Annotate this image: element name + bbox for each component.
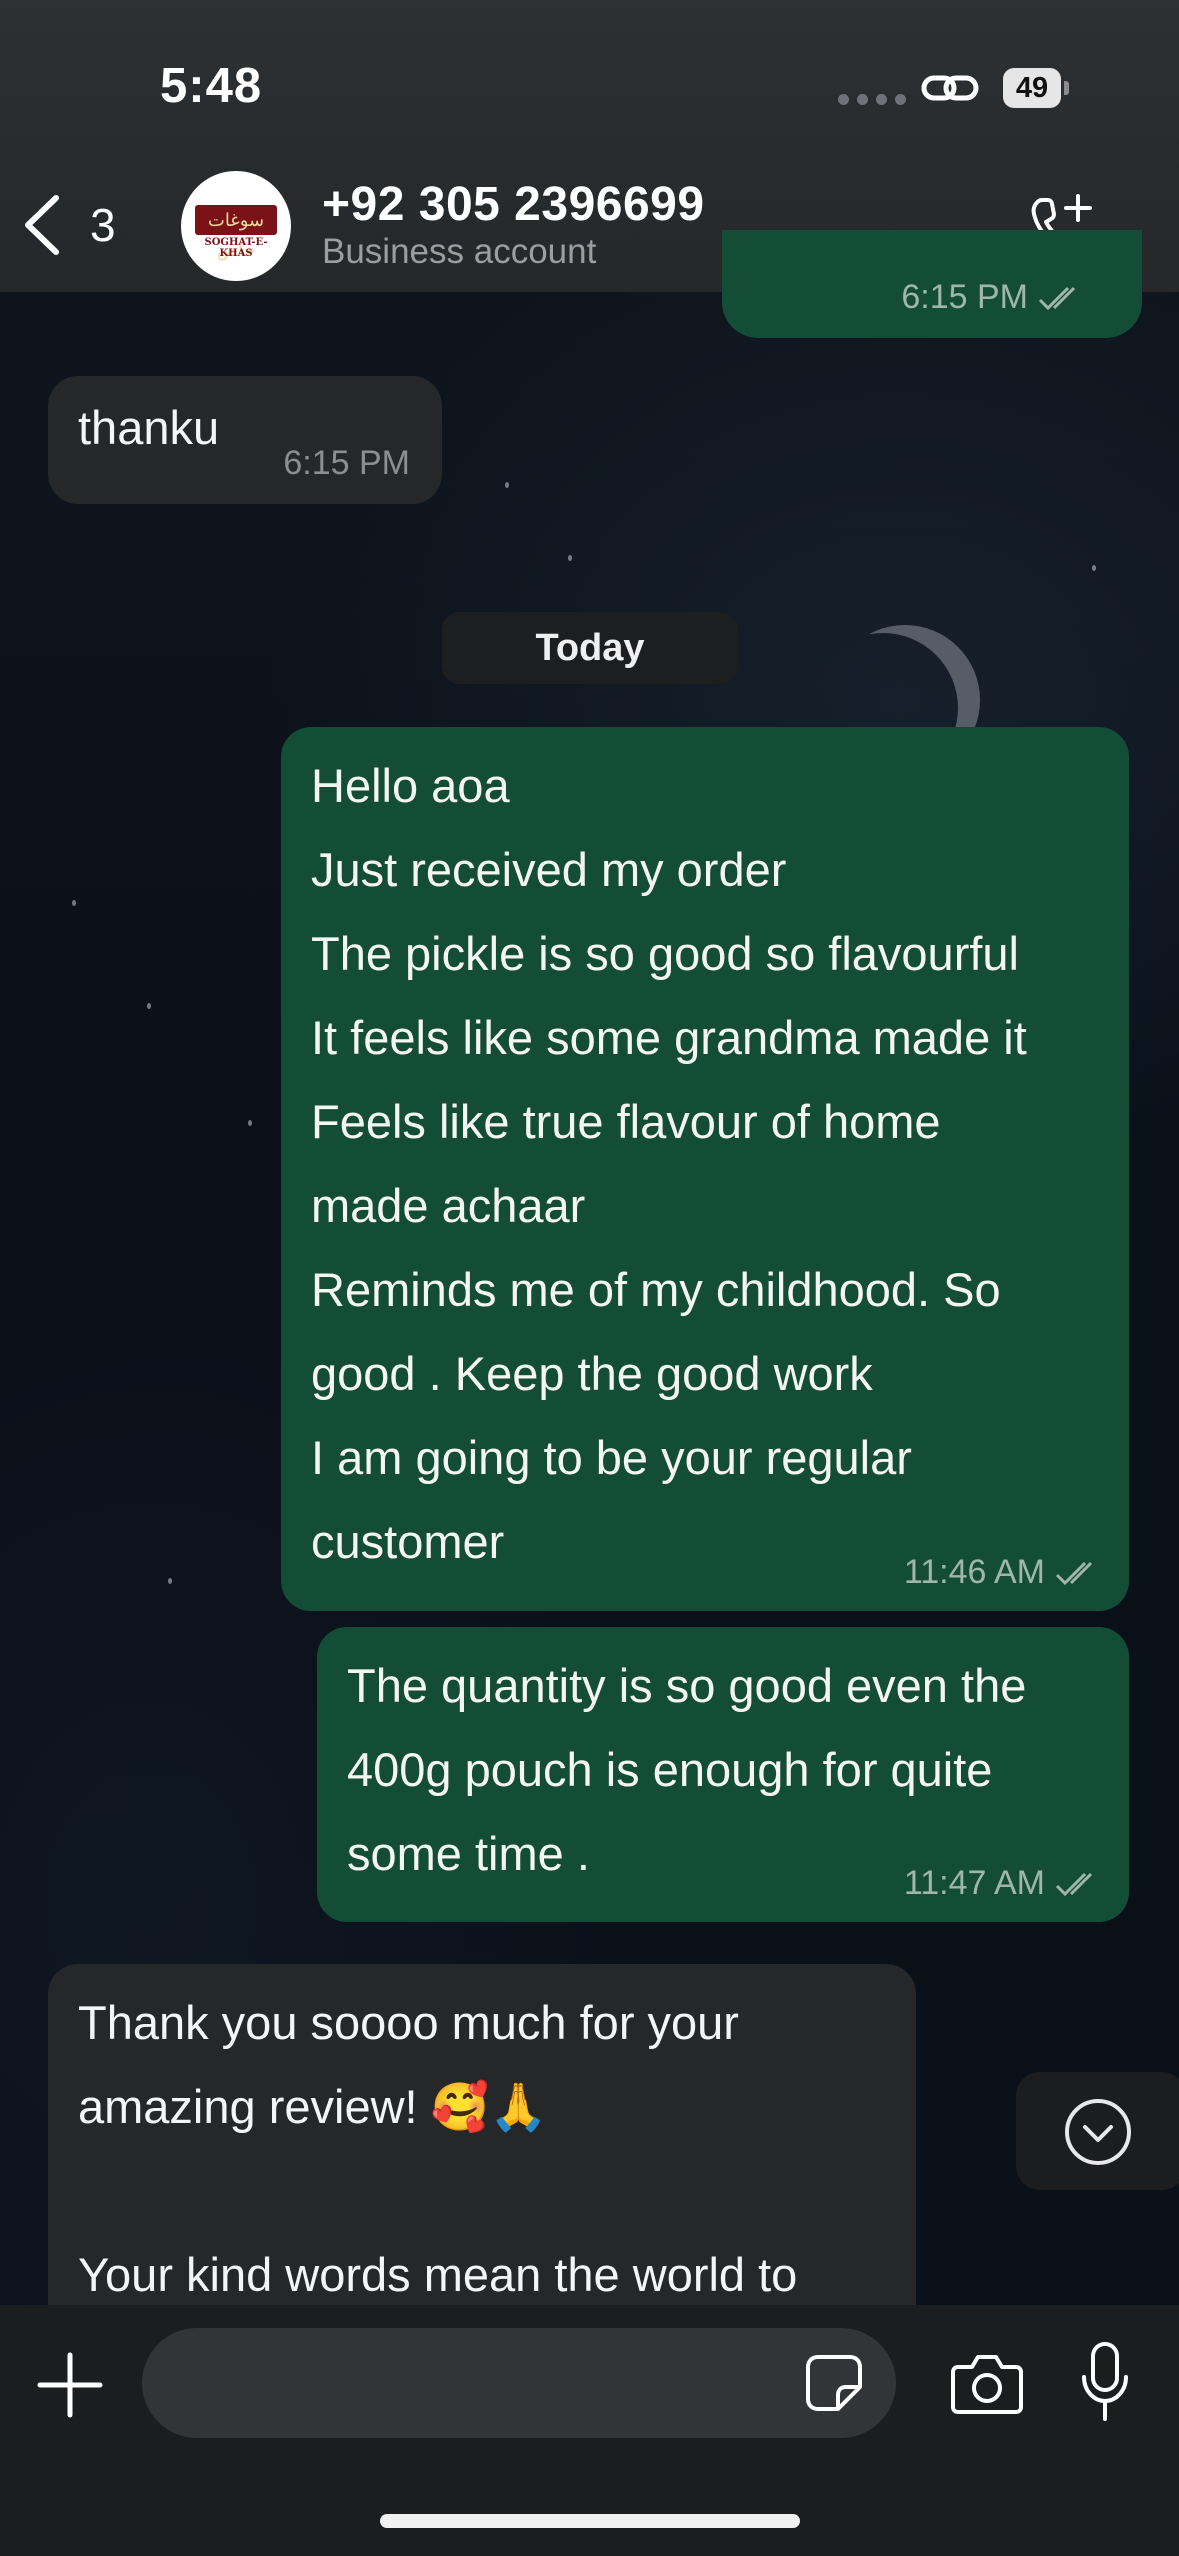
link-icon <box>921 75 979 101</box>
message-meta: 11:46 AM <box>904 1553 1101 1592</box>
camera-icon[interactable] <box>950 2349 1024 2417</box>
message-bubble-outgoing[interactable]: 6:15 PM <box>722 230 1142 338</box>
avatar[interactable]: سوغات خاص SOGHAT-E-KHAS <box>181 171 291 281</box>
message-text: Thank you soooo much for your amazing re… <box>78 1996 798 2301</box>
message-input[interactable] <box>142 2328 896 2438</box>
message-bubble-outgoing[interactable]: The quantity is so good even the 400g po… <box>317 1627 1129 1922</box>
message-time: 11:47 AM <box>903 1864 1045 1902</box>
star-decoration <box>1092 565 1096 571</box>
read-ticks-icon <box>1055 1561 1093 1585</box>
star-decoration <box>248 1120 252 1126</box>
read-ticks-icon <box>1055 1872 1093 1896</box>
message-bubble-incoming[interactable]: thanku 6:15 PM <box>48 376 442 504</box>
signal-icon <box>838 94 906 105</box>
message-meta: 6:15 PM <box>283 444 410 483</box>
message-time: 6:15 PM <box>901 278 1028 316</box>
star-decoration <box>168 1578 172 1584</box>
scroll-to-bottom-button[interactable] <box>1016 2072 1179 2190</box>
back-button[interactable]: 3 <box>20 190 130 260</box>
message-meta: 6:15 PM <box>901 278 1084 317</box>
home-indicator[interactable] <box>380 2514 800 2528</box>
sticker-icon[interactable] <box>804 2353 864 2413</box>
star-decoration <box>72 900 76 906</box>
avatar-logo-urdu: سوغات خاص <box>195 205 277 260</box>
message-time: 6:15 PM <box>283 444 410 482</box>
message-bubble-outgoing[interactable]: Hello aoa Just received my order The pic… <box>281 727 1129 1611</box>
star-decoration <box>505 482 509 488</box>
date-separator: Today <box>442 612 738 684</box>
chevron-left-icon <box>25 195 59 255</box>
star-decoration <box>568 555 572 561</box>
status-time: 5:48 <box>160 59 263 113</box>
avatar-logo-text: SOGHAT-E-KHAS <box>204 237 268 259</box>
message-text: thanku <box>78 401 220 454</box>
read-ticks-icon <box>1038 286 1076 310</box>
message-text: Hello aoa Just received my order The pic… <box>311 759 1027 1568</box>
status-bar: 5:48 49 <box>0 0 1179 170</box>
message-text: The quantity is so good even the 400g po… <box>347 1659 1027 1880</box>
star-decoration <box>147 1003 151 1009</box>
contact-subtitle[interactable]: Business account <box>322 232 596 272</box>
message-time: 11:46 AM <box>903 1553 1045 1591</box>
contact-name[interactable]: +92 305 2396699 <box>322 177 705 232</box>
battery-level: 49 <box>1003 68 1061 108</box>
battery-icon: 49 <box>1003 68 1071 108</box>
unread-count: 3 <box>90 199 116 251</box>
chevron-down-circle-icon <box>1065 2099 1131 2165</box>
microphone-icon[interactable] <box>1080 2341 1130 2423</box>
plus-icon[interactable] <box>36 2351 104 2419</box>
message-meta: 11:47 AM <box>904 1864 1101 1903</box>
